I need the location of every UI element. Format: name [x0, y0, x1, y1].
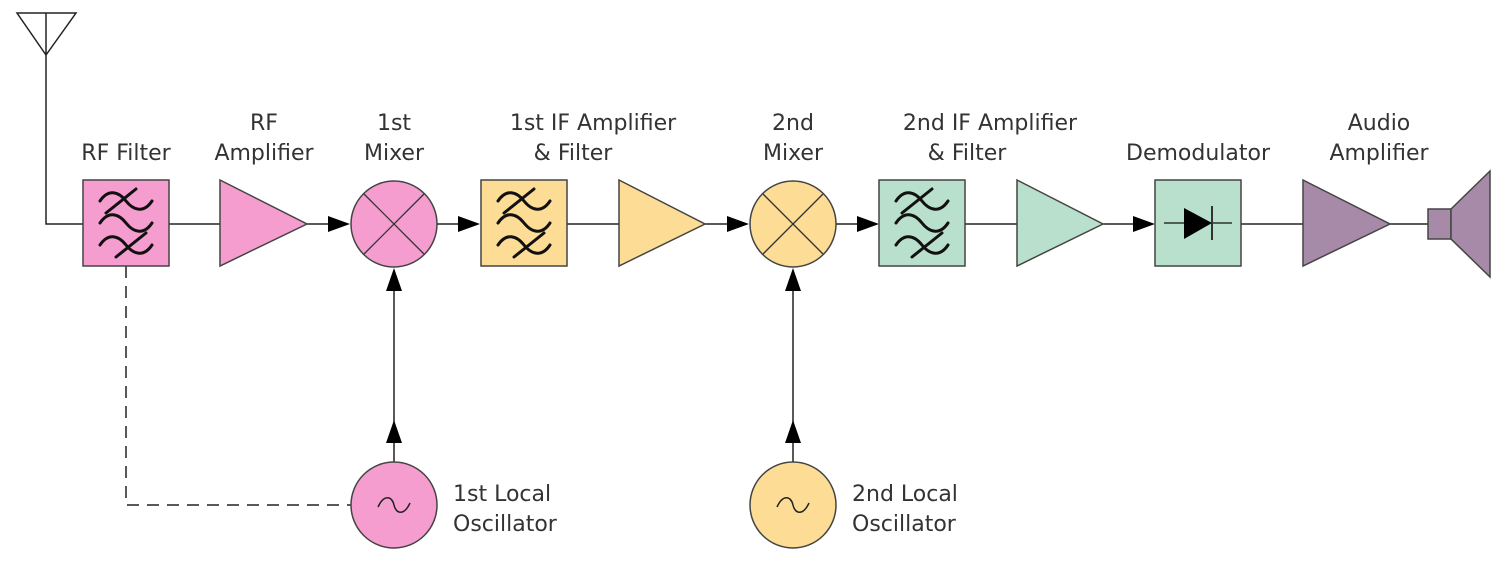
arrow-icon — [458, 216, 480, 232]
amplifier-icon — [219, 178, 309, 268]
amplifier-icon — [1302, 178, 1392, 268]
arrow-icon — [1133, 216, 1155, 232]
audio-amplifier: Audio Amplifier — [1302, 111, 1430, 268]
audio-amplifier-label-2: Amplifier — [1329, 141, 1429, 166]
mixer-2-label-1: 2nd — [772, 111, 814, 136]
rf-amplifier-label-1: RF — [250, 111, 278, 136]
local-oscillator-1: 1st Local Oscillator — [350, 461, 558, 549]
if1-label-2: & Filter — [534, 141, 614, 166]
if2-label-2: & Filter — [928, 141, 1008, 166]
amplifier-icon — [618, 178, 707, 268]
arrow-icon — [785, 420, 801, 443]
mixer-1: 1st Mixer — [350, 111, 438, 268]
rf-amplifier-label-2: Amplifier — [214, 141, 314, 166]
lo2-label-1: 2nd Local — [852, 482, 958, 507]
rf-filter-label: RF Filter — [81, 141, 171, 166]
lo1-label-2: Oscillator — [453, 512, 558, 537]
demodulator: Demodulator — [1126, 141, 1271, 267]
if2-label-1: 2nd IF Amplifier — [903, 111, 1078, 136]
arrow-icon — [386, 268, 402, 291]
arrow-icon — [328, 216, 350, 232]
audio-amplifier-label-1: Audio — [1348, 111, 1411, 136]
if2-amplifier-filter: 2nd IF Amplifier & Filter — [878, 111, 1105, 268]
mixer-2: 2nd Mixer — [749, 111, 837, 268]
arrow-icon — [386, 420, 402, 443]
amplifier-icon — [1016, 178, 1105, 268]
rf-filter: RF Filter — [81, 141, 172, 267]
rf-amplifier: RF Amplifier — [214, 111, 315, 268]
if1-amplifier-filter: 1st IF Amplifier & Filter — [480, 111, 707, 268]
mixer-2-label-2: Mixer — [763, 141, 824, 166]
local-oscillator-2: 2nd Local Oscillator — [749, 461, 958, 549]
arrow-icon — [857, 216, 879, 232]
antenna-icon — [15, 12, 78, 57]
lo1-label-1: 1st Local — [453, 482, 551, 507]
arrow-icon — [727, 216, 749, 232]
if1-label-1: 1st IF Amplifier — [510, 111, 677, 136]
superheterodyne-receiver-diagram: RF Filter RF Amplifier 1st Mixer 1st IF … — [15, 12, 1491, 549]
arrow-icon — [785, 268, 801, 291]
mixer-1-label-2: Mixer — [364, 141, 425, 166]
demodulator-label: Demodulator — [1126, 141, 1271, 166]
mixer-1-label-1: 1st — [377, 111, 411, 136]
speaker-icon — [1427, 169, 1491, 279]
lo2-label-2: Oscillator — [852, 512, 957, 537]
